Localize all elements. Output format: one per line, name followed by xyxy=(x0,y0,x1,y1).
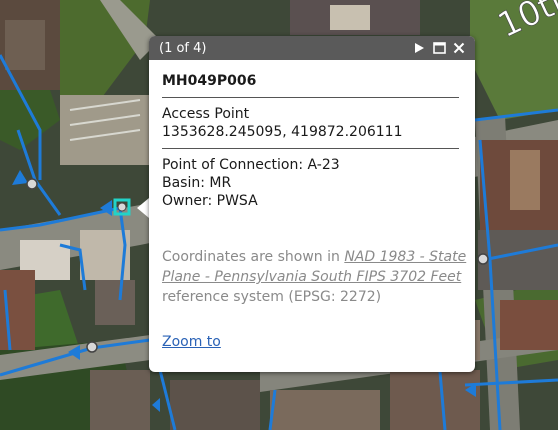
popup-body: MH049P006 Access Point 1353628.245095, 4… xyxy=(149,60,475,351)
feature-title: MH049P006 xyxy=(162,73,257,89)
close-button[interactable] xyxy=(449,38,469,58)
next-feature-button[interactable] xyxy=(409,38,429,58)
divider xyxy=(162,97,459,98)
coordinate-system-note: Coordinates are shown in NAD 1983 - Stat… xyxy=(162,247,467,307)
maximize-button[interactable] xyxy=(429,38,449,58)
manhole-marker[interactable] xyxy=(26,178,38,190)
manhole-marker[interactable] xyxy=(86,341,98,353)
selected-manhole-marker[interactable] xyxy=(117,202,127,212)
divider xyxy=(162,148,459,149)
note-prefix: Coordinates are shown in xyxy=(162,249,345,265)
feature-popup: (1 of 4) MH049P006 Access Point 1353628.… xyxy=(149,36,475,372)
popup-pointer xyxy=(137,198,149,218)
popup-header: (1 of 4) xyxy=(149,36,475,60)
zoom-to-link[interactable]: Zoom to xyxy=(162,333,221,351)
owner-value: Owner: PWSA xyxy=(162,193,258,209)
maximize-icon xyxy=(432,42,446,54)
access-point-label: Access Point xyxy=(162,106,250,122)
point-of-connection: Point of Connection: A-23 xyxy=(162,157,340,173)
coordinates-value: 1353628.245095, 419872.206111 xyxy=(162,124,403,140)
popup-counter: (1 of 4) xyxy=(159,40,207,56)
play-icon xyxy=(415,43,424,53)
basin-value: Basin: MR xyxy=(162,175,232,191)
note-suffix: reference system (EPSG: 2272) xyxy=(162,289,382,305)
close-icon xyxy=(453,42,465,54)
manhole-marker[interactable] xyxy=(477,253,489,265)
